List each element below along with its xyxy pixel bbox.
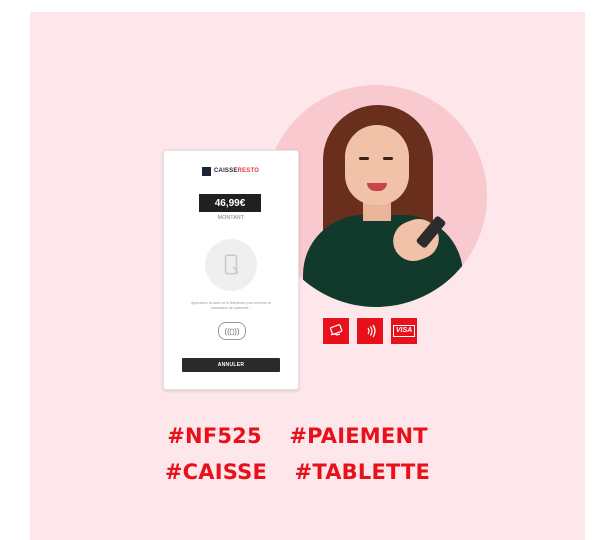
logo-icon <box>202 166 211 176</box>
card-payment-badge <box>323 318 349 344</box>
card-hand-icon <box>329 324 343 336</box>
hashtag-nf525: #NF525 <box>167 424 262 448</box>
contactless-badge <box>357 318 383 344</box>
hashtag-paiement: #PAIEMENT <box>289 424 428 448</box>
hashtag-caisse: #CAISSE <box>164 460 268 484</box>
brand-logo: CAISSERESTO <box>202 165 259 177</box>
hashtag-tablette: #TABLETTE <box>294 460 431 484</box>
instruction-text: Approchez la carte ou le téléphone pour … <box>191 301 271 310</box>
nfc-contactless-icon: ((▯)) <box>218 322 246 340</box>
cancel-button[interactable]: ANNULER <box>182 358 280 372</box>
payment-terminal-screen: CAISSERESTO 46,99€ MONTANT Approchez la … <box>163 150 299 390</box>
tap-to-pay-area[interactable] <box>205 239 257 291</box>
hashtag-row-1: #NF525 #PAIEMENT <box>0 424 595 448</box>
contactless-icon <box>367 324 376 338</box>
amount-label: MONTANT <box>217 215 245 221</box>
brand-suffix: RESTO <box>237 168 260 174</box>
hashtag-row-2: #CAISSE #TABLETTE <box>0 460 595 484</box>
payment-badges: VISA <box>323 318 417 344</box>
visa-label: VISA <box>392 325 416 337</box>
amount-display: 46,99€ <box>199 194 261 212</box>
visa-badge: VISA <box>391 318 417 344</box>
phone-tap-icon <box>224 254 239 275</box>
brand-prefix: CAISSE <box>214 168 238 174</box>
